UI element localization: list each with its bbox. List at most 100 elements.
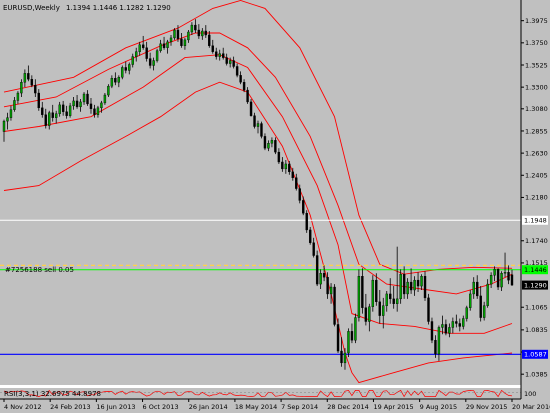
candle-bull	[406, 281, 409, 295]
candle-bear	[124, 67, 127, 71]
candle-bull	[58, 104, 61, 114]
candle-bear	[288, 163, 291, 173]
candle-bear	[93, 108, 96, 115]
candle-bear	[162, 43, 166, 48]
candle-bear	[402, 274, 406, 295]
candle-bear	[409, 281, 413, 291]
candle-bull	[493, 269, 496, 276]
candle-bear	[180, 38, 183, 46]
candle-bull	[9, 109, 13, 118]
candle-bull	[110, 78, 114, 87]
candle-bull	[20, 82, 23, 94]
candle-bear	[208, 34, 211, 46]
candle-bull	[357, 276, 361, 318]
chart-area[interactable]: 1.3975 1.3750 1.3525 1.3300 1.3080 1.2855 1.26…	[0, 0, 550, 413]
candle-bull	[347, 331, 350, 354]
candle-bear	[145, 47, 148, 59]
candle-bear	[416, 279, 420, 287]
candle-bear	[246, 89, 249, 103]
time-tick-label: 16 Jun 2013	[96, 403, 135, 411]
candle-bear	[114, 78, 117, 83]
candle-bear	[455, 321, 458, 324]
candle-bear	[392, 298, 395, 304]
candle-bull	[385, 293, 388, 306]
candle-bear	[340, 350, 343, 364]
candle-bear	[225, 57, 228, 64]
price-tick-label: 1.1740	[525, 237, 548, 245]
time-tick-label: 26 Jan 2014	[189, 403, 228, 411]
candle-bull	[183, 39, 187, 46]
candle-bull	[482, 305, 486, 318]
time-tick-label: 28 Dec 2014	[327, 403, 369, 411]
candle-bull	[368, 306, 371, 322]
candle-bull	[399, 274, 402, 300]
time-tick-label: 18 May 2014	[235, 403, 277, 411]
candle-bull	[13, 100, 16, 110]
candle-bull	[96, 107, 100, 115]
price-tick-label: 1.3525	[525, 61, 548, 69]
candle-bear	[302, 200, 305, 214]
candle-bear	[295, 177, 298, 189]
candle-bear	[34, 84, 37, 94]
candle-bear	[333, 286, 336, 325]
price-tick-label: 1.0385	[525, 370, 548, 378]
candle-bull	[117, 77, 121, 83]
candle-bull	[413, 279, 416, 291]
candle-bull	[284, 163, 288, 170]
candle-bull	[465, 307, 468, 319]
candle-bull	[23, 73, 27, 83]
price-tick-label: 1.2180	[525, 194, 548, 202]
candle-bull	[329, 286, 333, 295]
candle-bull	[448, 327, 451, 334]
time-tick-label: 7 Sep 2014	[281, 403, 318, 411]
candle-bull	[343, 352, 347, 364]
candle-bull	[159, 43, 162, 51]
candle-bull	[319, 273, 322, 285]
candle-bear	[496, 269, 500, 288]
candle-bear	[235, 66, 239, 76]
price-tick-label: 1.3300	[525, 83, 548, 91]
candle-bull	[382, 305, 385, 316]
time-tick-label: 4 Nov 2012	[4, 403, 42, 411]
candle-bull	[138, 44, 141, 52]
candle-bull	[152, 60, 155, 66]
candle-bear	[204, 30, 208, 36]
candle-bull	[451, 321, 455, 328]
candle-bull	[190, 24, 194, 33]
candle-bear	[312, 242, 315, 256]
candle-bear	[75, 100, 79, 108]
candle-bear	[260, 123, 263, 137]
candle-bear	[86, 93, 89, 105]
candle-bear	[222, 53, 225, 58]
candle-bull	[469, 293, 472, 308]
time-tick-label: 29 Nov 2015	[466, 403, 508, 411]
candle-bull	[472, 281, 475, 295]
candle-bear	[281, 161, 284, 170]
candle-bear	[65, 111, 68, 116]
candle-bear	[30, 79, 34, 86]
current-price-tag: 1.1290	[524, 281, 547, 289]
candle-bear	[51, 112, 54, 118]
price-tick-label: 1.1065	[525, 304, 548, 312]
candle-bull	[169, 37, 173, 43]
candle-bear	[44, 114, 47, 126]
trade-order-label: #7256188 sell 0.05	[5, 266, 74, 274]
candle-bear	[430, 321, 434, 341]
candle-bear	[263, 136, 267, 149]
candle-bull	[68, 105, 72, 116]
time-tick-label: 19 Apr 2015	[373, 403, 413, 411]
candle-bear	[274, 140, 277, 153]
candle-bear	[336, 324, 340, 352]
candle-bull	[462, 318, 465, 327]
candle-bull	[48, 112, 51, 126]
white-level-tag: 1.1948	[524, 217, 547, 225]
candle-bear	[27, 73, 30, 80]
candle-bear	[308, 229, 312, 243]
candle-bull	[16, 92, 20, 101]
candle-bear	[277, 151, 281, 163]
candle-bear	[375, 279, 378, 303]
candle-bull	[395, 298, 399, 304]
time-tick-label: 6 Oct 2013	[143, 403, 179, 411]
price-tick-label: 1.0835	[525, 326, 548, 334]
candle-bear	[507, 272, 510, 281]
